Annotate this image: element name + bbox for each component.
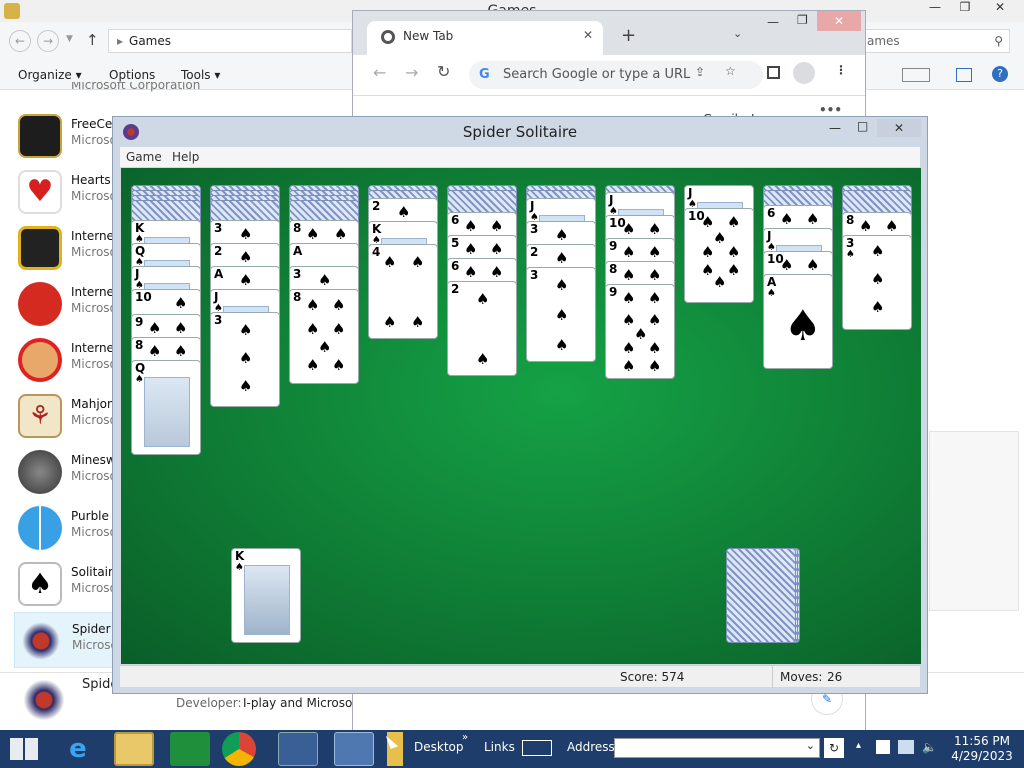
search-text: ames	[867, 34, 900, 48]
network-task-icon[interactable]	[334, 732, 374, 766]
omnibox-input[interactable]: G Search Google or type a URL	[469, 61, 763, 89]
card-2-spades[interactable]: 2 ♠ ♠	[447, 281, 517, 376]
right-panel	[929, 431, 1019, 611]
card-9-spades[interactable]: 9 ♠ ♠ ♠ ♠ ♠ ♠ ♠ ♠ ♠	[605, 284, 675, 379]
spider-minimize-button[interactable]: —	[829, 121, 841, 135]
keyboard-icon[interactable]	[522, 740, 552, 756]
card-10-spades[interactable]: 10 ♠ ♠ ♠ ♠ ♠ ♠ ♠ ♠	[684, 208, 754, 303]
explorer-icon[interactable]	[114, 732, 154, 766]
tab-title: New Tab	[403, 29, 454, 43]
network-icon[interactable]	[898, 740, 914, 754]
spider-maximize-button[interactable]: □	[857, 119, 868, 133]
menu-help[interactable]: Help	[172, 150, 199, 164]
back-arrow-icon[interactable]: ←	[373, 63, 386, 82]
card-8-spades[interactable]: 8 ♠ ♠ ♠ ♠ ♠ ♠ ♠	[289, 289, 359, 384]
card-3-spades[interactable]: 3 ♠ ♠ ♠ ♠	[842, 235, 912, 330]
preview-pane-icon[interactable]	[956, 68, 972, 82]
close-button[interactable]: ✕	[982, 0, 1018, 20]
tab-new-tab[interactable]: New Tab ✕	[367, 21, 603, 55]
view-options-icon[interactable]	[902, 68, 930, 82]
explorer-address-bar[interactable]: ▸ Games	[108, 29, 352, 53]
top-clipped-publisher: Microsoft Corporation	[71, 82, 201, 92]
apps-icon[interactable]: •••	[819, 103, 842, 117]
chrome-minimize-button[interactable]: —	[767, 15, 779, 29]
forward-arrow-icon[interactable]: →	[37, 30, 59, 52]
game-board[interactable]: K ♠ Q ♠ J ♠ 10 ♠ 9 ♠ ♠ 8 ♠ ♠ Q ♠ 3 ♠ 2 ♠ A ♠ J ♠ 3 ♠ ♠ ♠…	[121, 168, 921, 664]
status-divider	[772, 666, 773, 688]
breadcrumb[interactable]: Games	[129, 34, 171, 48]
chrome-icon[interactable]	[222, 732, 256, 766]
hearts-icon: ♥	[18, 170, 62, 214]
score-label: Score: 574	[620, 670, 685, 684]
chrome-tab-icon	[381, 30, 395, 44]
spider-close-button[interactable]: ✕	[877, 119, 921, 137]
tab-search-icon[interactable]: ⌄	[733, 27, 742, 40]
solitaire-icon: ♠	[18, 562, 62, 606]
spider-window: Spider Solitaire — □ ✕ Game Help K ♠ Q ♠ J…	[112, 116, 928, 694]
recent-dropdown-icon[interactable]: ▼	[66, 34, 73, 44]
menu-game[interactable]: Game	[126, 150, 162, 164]
dice-icon	[18, 226, 62, 270]
search-icon[interactable]: ⚲	[994, 30, 1003, 52]
spider-title: Spider Solitaire	[462, 123, 578, 141]
help-icon[interactable]: ?	[992, 66, 1008, 82]
tab-close-icon[interactable]: ✕	[583, 28, 593, 42]
omnibox-placeholder: Search Google or type a URL	[503, 67, 691, 82]
address-go-icon[interactable]: ↻	[824, 738, 844, 758]
spider-menu-bar: Game Help	[120, 147, 920, 167]
share-icon[interactable]: ⇪	[695, 65, 705, 79]
chrome-close-button[interactable]: ✕	[817, 11, 861, 31]
spider-icon	[19, 619, 63, 663]
star-icon[interactable]: ☆	[725, 64, 736, 78]
moves-label: Moves:	[780, 670, 823, 684]
card-4-spades[interactable]: 4 ♠ ♠ ♠ ♠	[368, 244, 438, 339]
menu-icon[interactable]: ⋮	[835, 63, 847, 77]
forward-arrow-icon[interactable]: →	[405, 63, 418, 82]
clock-date: 4/29/2023	[951, 749, 1013, 763]
side-panel-icon[interactable]	[767, 66, 780, 79]
volume-icon[interactable]: 🔈	[922, 740, 937, 754]
google-icon: G	[479, 67, 490, 82]
explorer-search-input[interactable]: ames ⚲	[860, 29, 1010, 53]
eyes-icon	[18, 506, 62, 550]
links-toolbar[interactable]: Links	[484, 740, 515, 754]
details-developer-value: I-play and Microsoft	[243, 696, 362, 710]
back-arrow-icon[interactable]: ←	[9, 30, 31, 52]
up-arrow-icon[interactable]: ↑	[86, 31, 99, 49]
mine-icon	[18, 450, 62, 494]
stock-card	[726, 548, 796, 643]
mahjong-icon: ⚘	[18, 394, 62, 438]
status-bar: Score: 574 Moves: 26	[120, 665, 920, 688]
card-queen-spades[interactable]: Q ♠	[131, 360, 201, 455]
blocked-user-icon	[18, 338, 62, 382]
maximize-button[interactable]: ❐	[950, 0, 980, 20]
card-3-spades[interactable]: 3 ♠ ♠ ♠	[210, 312, 280, 407]
profile-icon[interactable]	[793, 62, 815, 84]
action-center-icon[interactable]	[876, 740, 890, 754]
card-3-spades[interactable]: 3 ♠ ♠ ♠	[526, 267, 596, 362]
details-spider-icon	[20, 676, 68, 724]
freecell-icon	[18, 114, 62, 158]
spider-task-icon[interactable]	[278, 732, 318, 766]
desktop-toolbar[interactable]: Desktop	[414, 740, 464, 754]
stock-pile[interactable]	[726, 548, 802, 643]
address-label: Address	[567, 740, 615, 754]
moves-value: 26	[827, 670, 843, 684]
details-developer-label: Developer:	[176, 696, 242, 710]
chrome-maximize-button[interactable]: ❐	[797, 13, 808, 27]
address-input[interactable]: ⌄	[614, 738, 820, 758]
new-tab-button[interactable]: +	[621, 25, 636, 46]
store-icon[interactable]	[170, 732, 210, 766]
clock-time: 11:56 PM	[954, 734, 1010, 748]
minimize-button[interactable]: —	[920, 0, 950, 20]
checkers-icon	[18, 282, 62, 326]
completed-suit-king: K ♠	[231, 548, 301, 643]
ie-icon[interactable]: e	[58, 732, 98, 766]
start-icon[interactable]	[10, 738, 38, 760]
clock[interactable]: 11:56 PM 4/29/2023	[946, 734, 1018, 764]
reload-icon[interactable]: ↻	[437, 62, 450, 81]
card-ace-spades[interactable]: A ♠ ♠	[763, 274, 833, 369]
explorer-app-icon	[4, 3, 20, 19]
tray-expand-icon[interactable]: ▴	[856, 740, 861, 751]
